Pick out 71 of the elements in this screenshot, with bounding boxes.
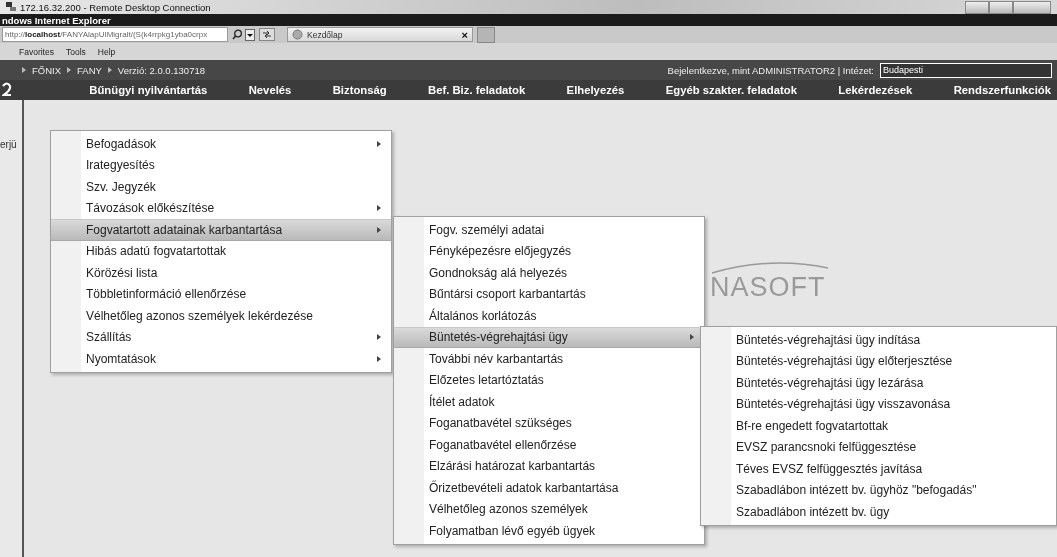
page-icon — [292, 29, 303, 40]
menu-item[interactable]: Szabadlábon intézett bv. ügyhöz "befogadás" — [701, 479, 1056, 501]
close-button[interactable] — [1013, 0, 1051, 14]
menu-item[interactable]: Őrizetbevételi adatok karbantartása — [394, 477, 704, 499]
menu-item[interactable]: Ítélet adatok — [394, 391, 704, 413]
maximize-button[interactable] — [989, 0, 1013, 14]
refresh-icon[interactable] — [259, 28, 275, 41]
menu-bar-item[interactable]: Tools — [65, 46, 86, 57]
breadcrumb-arrow-icon — [22, 67, 26, 73]
browser-tab[interactable]: Kezdőlap × — [287, 27, 473, 42]
dropdown-icon[interactable] — [245, 28, 255, 41]
menu-item[interactable]: Büntetés-végrehajtási ügy indítása — [701, 329, 1056, 351]
browser-title: ndows Internet Explorer — [2, 14, 111, 26]
menu-item[interactable]: Körözési lista — [51, 262, 391, 284]
nav-menu-item[interactable]: Rendszerfunkciók — [953, 84, 1051, 96]
menu-bar-item[interactable]: Help — [97, 46, 116, 57]
menu-item[interactable]: Fogvatartott adatainak karbantartása — [51, 219, 391, 241]
menu-item[interactable]: Fényképezésre előjegyzés — [394, 240, 704, 262]
breadcrumb-item[interactable]: FANY — [77, 64, 102, 76]
menu-item[interactable]: Szabadlábon intézett bv. ügy — [701, 501, 1056, 523]
window-title: 172.16.32.200 - Remote Desktop Connection — [20, 1, 212, 13]
menu-item[interactable]: Szv. Jegyzék — [51, 176, 391, 198]
swoosh-icon — [710, 260, 830, 274]
menu-item[interactable]: EVSZ parancsnoki felfüggesztése — [701, 436, 1056, 458]
menu-item[interactable]: Távozások előkészítése — [51, 197, 391, 219]
menu-item[interactable]: Bűntársi csoport karbantartás — [394, 283, 704, 305]
logo-icon — [2, 82, 12, 98]
menu-item[interactable]: Irategyesítés — [51, 154, 391, 176]
institution-field[interactable]: Budapesti — [880, 62, 1052, 78]
breadcrumb-item[interactable]: Verzió: 2.0.0.130718 — [117, 64, 205, 76]
menu-item[interactable]: Vélhetőleg azonos személyek — [394, 498, 704, 520]
page-text: erjü — [0, 139, 17, 150]
menu-item[interactable]: Befogadások — [51, 133, 391, 155]
menu-item[interactable]: Fogv. személyi adatai — [394, 219, 704, 241]
company-logo: NASOFT — [710, 274, 827, 301]
menu-item[interactable]: Vélhetőleg azonos személyek lekérdezése — [51, 305, 391, 327]
breadcrumb-item[interactable]: FŐNIX — [32, 64, 62, 76]
menu-item[interactable]: Foganatbavétel ellenőrzése — [394, 434, 704, 456]
new-tab-button[interactable] — [477, 26, 495, 43]
nav-menu-item[interactable]: Bűnügyi nyilvántartás — [89, 84, 208, 96]
menu-item[interactable]: Gondnokság alá helyezés — [394, 262, 704, 284]
menu-item[interactable]: Folyamatban lévő egyéb ügyek — [394, 520, 704, 542]
menu-item[interactable]: További név karbantartás — [394, 348, 704, 370]
menu-item[interactable]: Általános korlátozás — [394, 305, 704, 327]
menu-item[interactable]: Büntetés-végrehajtási ügy visszavonása — [701, 393, 1056, 415]
nav-menu-item[interactable]: Bef. Biz. feladatok — [428, 84, 526, 96]
close-tab-button[interactable]: × — [461, 28, 468, 41]
menu-item[interactable]: Téves EVSZ felfüggesztés javítása — [701, 458, 1056, 480]
minimize-button[interactable] — [965, 0, 989, 14]
nav-menu-item[interactable]: Lekérdezések — [838, 84, 913, 96]
menu-item[interactable]: Hibás adatú fogvatartottak — [51, 240, 391, 262]
menu-item[interactable]: Többletinformáció ellenőrzése — [51, 283, 391, 305]
menu-item[interactable]: Szállítás — [51, 326, 391, 348]
nav-menu-item[interactable]: Nevelés — [248, 84, 292, 96]
nav-menu-item[interactable]: Egyéb szakter. feladatok — [665, 84, 797, 96]
menu-item[interactable]: Nyomtatások — [51, 348, 391, 370]
menu-item[interactable]: Foganatbavétel szükséges — [394, 412, 704, 434]
breadcrumb-arrow-icon — [67, 67, 72, 73]
address-field[interactable]: http://localhost/FANYAlapUIMigralt/(S(k4rrpkg1yba0crpx — [2, 27, 228, 42]
remote-desktop-icon — [6, 2, 16, 12]
menu-bar-item[interactable]: Favorites — [19, 46, 54, 57]
menu-item[interactable]: Büntetés-végrehajtási ügy előterjesztése — [701, 350, 1056, 372]
menu-item[interactable]: Bf-re engedett fogvatartottak — [701, 415, 1056, 437]
menu-item[interactable]: Előzetes letartóztatás — [394, 369, 704, 391]
login-info: Bejelentkezve, mint ADMINISTRATOR2 | Intézet: — [667, 64, 874, 76]
breadcrumb-arrow-icon — [107, 67, 112, 73]
nav-menu-item[interactable]: Elhelyezés — [566, 84, 625, 96]
search-icon[interactable] — [232, 29, 243, 40]
menu-item[interactable]: Elzárási határozat karbantartás — [394, 455, 704, 477]
nav-menu-item[interactable]: Biztonság — [332, 84, 387, 96]
menu-item[interactable]: Büntetés-végrehajtási ügy lezárása — [701, 372, 1056, 394]
